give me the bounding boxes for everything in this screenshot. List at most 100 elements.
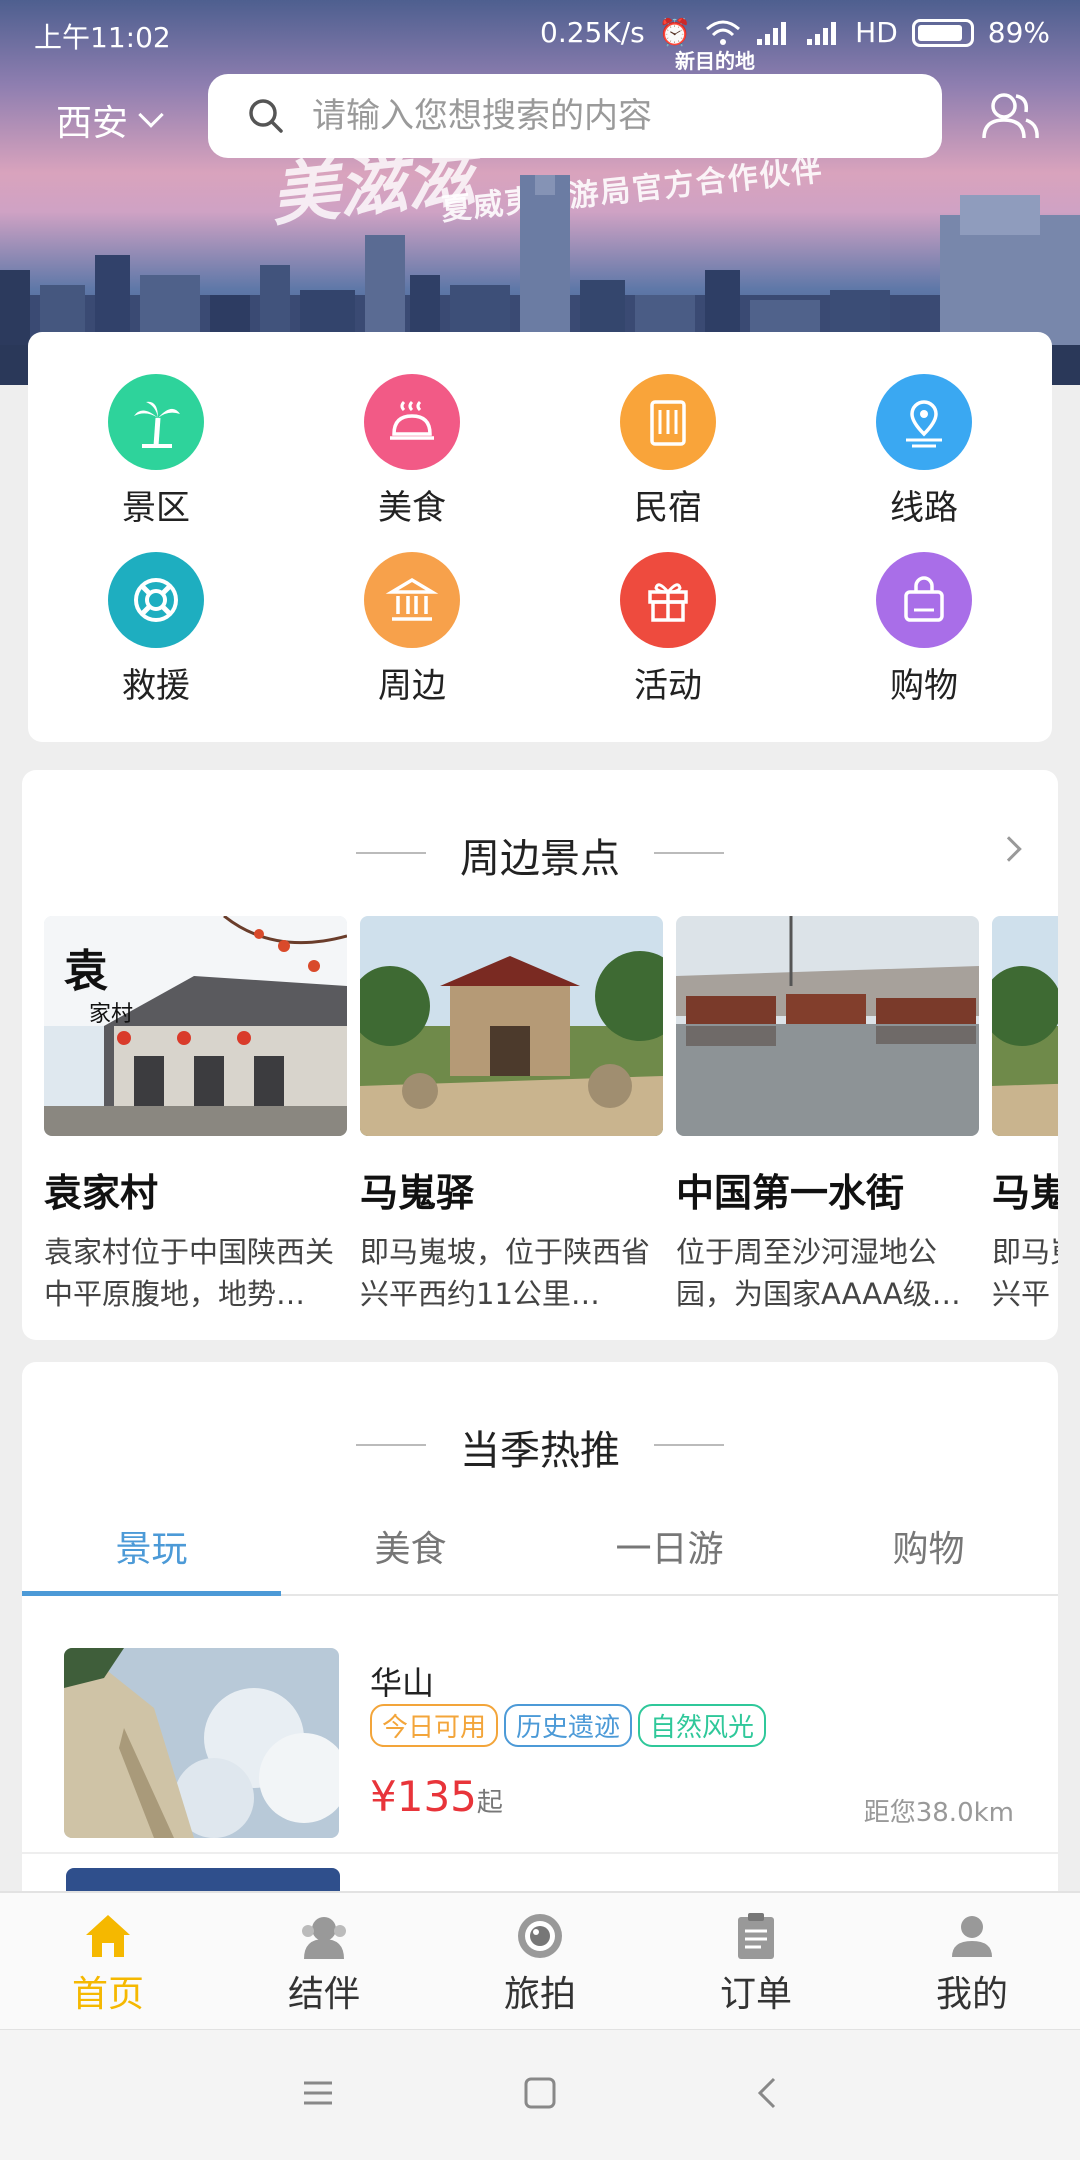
- order-clipboard-icon: [738, 1913, 774, 1959]
- nav-travel-photo[interactable]: 旅拍: [432, 1893, 648, 2029]
- home-button-icon[interactable]: [522, 2075, 558, 2111]
- hd-indicator: HD: [855, 16, 898, 49]
- building-icon: [620, 374, 716, 470]
- category-label: 购物: [890, 666, 958, 706]
- status-indicators: 0.25K/s ⏰ HD 89%: [540, 16, 1050, 49]
- nav-profile[interactable]: 我的: [864, 1893, 1080, 2029]
- search-icon: [249, 99, 283, 133]
- attraction-desc: 位于周至沙河湿地公园，为国家AAAA级…: [676, 1235, 961, 1311]
- attraction-image: 袁 家村: [44, 914, 348, 1136]
- category-label: 救援: [122, 666, 190, 706]
- category-label: 周边: [378, 666, 446, 706]
- category-routes[interactable]: 线路: [796, 374, 1052, 552]
- category-homestay[interactable]: 民宿: [540, 374, 796, 552]
- tab-scenic-play[interactable]: 景玩: [22, 1510, 281, 1596]
- category-label: 活动: [634, 666, 702, 706]
- category-tabs: 景玩 美食 一日游 购物: [22, 1510, 1058, 1596]
- home-icon: [86, 1915, 130, 1957]
- battery-percent: 89%: [987, 16, 1050, 49]
- menu-icon[interactable]: [300, 2075, 336, 2111]
- attraction-name: 袁家村: [44, 1171, 159, 1215]
- nav-label: 首页: [71, 1974, 144, 2015]
- attraction-name: 马嵬驿: [360, 1171, 475, 1215]
- category-label: 景区: [122, 488, 190, 528]
- tag-available-today: 今日可用: [370, 1704, 499, 1747]
- nav-label: 旅拍: [503, 1974, 576, 2015]
- profile-icon: [952, 1916, 992, 1957]
- companions-icon: [302, 1917, 346, 1959]
- signal-icon-2: [807, 21, 837, 45]
- section-title: 周边景点: [460, 836, 620, 882]
- bottom-navigation: 首页 结伴 旅拍 订单 我的: [0, 1891, 1080, 2029]
- shopping-bag-icon: [876, 552, 972, 648]
- category-scenic[interactable]: 景区: [28, 374, 284, 552]
- dish-icon: [364, 374, 460, 470]
- attraction-card[interactable]: 中国第一水街 位于周至沙河湿地公园，为国家AAAA级…: [676, 916, 979, 1315]
- category-events[interactable]: 活动: [540, 552, 796, 730]
- alarm-icon: ⏰: [658, 17, 692, 48]
- category-label: 线路: [890, 488, 958, 528]
- nav-label: 结伴: [287, 1974, 360, 2015]
- category-grid: 景区 美食 民宿 线路 救援 周边 活动 购物: [28, 332, 1052, 742]
- search-input[interactable]: [312, 96, 912, 136]
- nav-companions[interactable]: 结伴: [216, 1893, 432, 2029]
- item-tags: 今日可用 历史遗迹 自然风光: [370, 1704, 767, 1747]
- nearby-attractions-section: 周边景点 袁 家村 袁家村 袁家村位于中国陕西关中平原腹地，地势… 马嵬驿 即马…: [22, 770, 1058, 1340]
- tag-nature: 自然风光: [638, 1704, 767, 1747]
- tag-historic: 历史遗迹: [504, 1704, 633, 1747]
- item-distance: 距您38.0km: [863, 1798, 1014, 1828]
- attraction-desc: 即马嵬坡，位于陕西省兴平西约11公里…: [360, 1235, 651, 1311]
- tab-food[interactable]: 美食: [281, 1510, 540, 1594]
- tab-day-trip[interactable]: 一日游: [540, 1510, 799, 1594]
- search-bar[interactable]: [208, 74, 942, 158]
- category-label: 美食: [378, 488, 446, 528]
- svg-text:家村: 家村: [89, 1002, 133, 1027]
- price-value: 135: [396, 1772, 477, 1821]
- category-rescue[interactable]: 救援: [28, 552, 284, 730]
- divider: [22, 1852, 1058, 1854]
- attraction-card[interactable]: 马嵬驿 即马嵬坡，位于陕西省兴平西约11公里…: [350, 916, 685, 1315]
- attractions-carousel[interactable]: 袁 家村 袁家村 袁家村位于中国陕西关中平原腹地，地势… 马嵬驿 即马嵬坡，位于…: [44, 914, 1058, 1315]
- nav-label: 我的: [935, 1974, 1008, 2015]
- city-selector[interactable]: 西安: [56, 94, 164, 146]
- nav-home[interactable]: 首页: [0, 1893, 216, 2029]
- attraction-desc: 即马嵬坡，位于陕西省兴平: [992, 1235, 1058, 1311]
- lifebuoy-icon: [108, 552, 204, 648]
- attraction-image: [350, 916, 685, 1136]
- camera-lens-icon: [518, 1914, 562, 1958]
- attraction-image: [982, 916, 1058, 1136]
- item-name: 华山: [370, 1664, 435, 1702]
- palm-tree-icon: [108, 374, 204, 470]
- category-food[interactable]: 美食: [284, 374, 540, 552]
- category-label: 民宿: [634, 488, 702, 528]
- attraction-desc: 袁家村位于中国陕西关中平原腹地，地势…: [44, 1235, 335, 1311]
- attraction-image: [676, 916, 979, 1136]
- attraction-card[interactable]: 马嵬 即马嵬坡，位于陕西省兴平: [982, 916, 1058, 1315]
- back-icon[interactable]: [750, 2075, 786, 2111]
- status-time: 上午11:02: [34, 21, 171, 54]
- network-speed: 0.25K/s: [540, 16, 645, 49]
- category-nearby[interactable]: 周边: [284, 552, 540, 730]
- signal-icon: [757, 21, 787, 45]
- companions-user-icon[interactable]: [980, 90, 1040, 142]
- item-price: ¥135起: [370, 1772, 503, 1821]
- status-bar: 上午11:02 0.25K/s ⏰ HD 89%: [0, 0, 1080, 68]
- item-image: [64, 1648, 339, 1838]
- chevron-down-icon: [138, 102, 164, 128]
- svg-text:袁: 袁: [64, 946, 108, 997]
- attraction-card[interactable]: 袁 家村 袁家村 袁家村位于中国陕西关中平原腹地，地势…: [44, 914, 348, 1315]
- location-pin-icon: [876, 374, 972, 470]
- price-suffix: 起: [476, 1788, 503, 1818]
- nav-orders[interactable]: 订单: [648, 1893, 864, 2029]
- title-divider-right: [654, 1444, 724, 1446]
- seasonal-hot-section: 当季热推 景玩 美食 一日游 购物 华山 今日可用 历史遗迹 自然风光 ¥135…: [22, 1362, 1058, 1902]
- system-navigation-bar: [0, 2029, 1080, 2160]
- title-divider-right: [654, 852, 724, 854]
- category-shopping[interactable]: 购物: [796, 552, 1052, 730]
- tab-shopping[interactable]: 购物: [799, 1510, 1058, 1594]
- city-label: 西安: [56, 103, 129, 144]
- bank-icon: [364, 552, 460, 648]
- list-item[interactable]: 华山 今日可用 历史遗迹 自然风光 ¥135起 距您38.0km: [64, 1648, 1014, 1838]
- gift-icon: [620, 552, 716, 648]
- section-title: 当季热推: [460, 1428, 620, 1474]
